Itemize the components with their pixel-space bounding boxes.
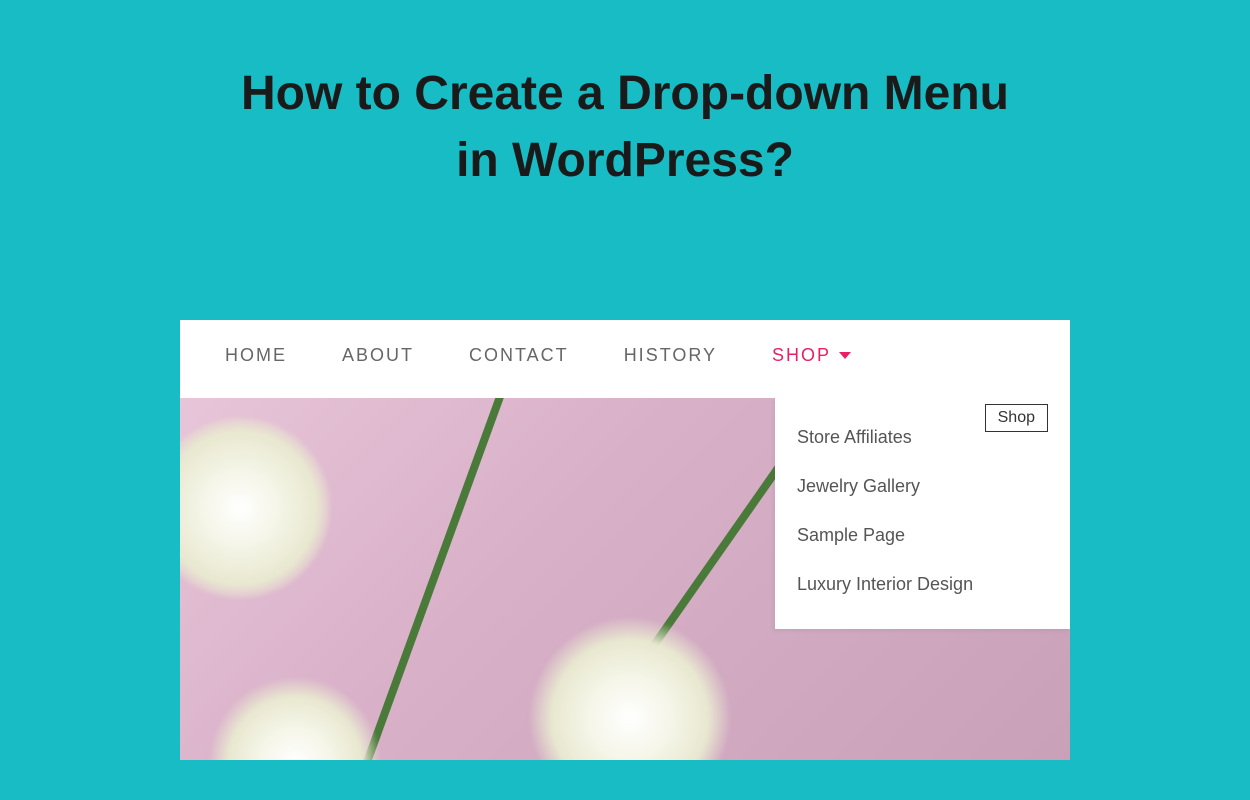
nav-item-history[interactable]: HISTORY xyxy=(624,345,717,366)
title-line-2: in WordPress? xyxy=(0,127,1250,194)
nav-item-shop-label: SHOP xyxy=(772,345,831,366)
caret-down-icon xyxy=(839,352,851,359)
screenshot-container: HOME ABOUT CONTACT HISTORY SHOP Shop Sto… xyxy=(180,320,1070,760)
nav-item-about[interactable]: ABOUT xyxy=(342,345,414,366)
dropdown-item-jewelry-gallery[interactable]: Jewelry Gallery xyxy=(797,462,1048,511)
navbar: HOME ABOUT CONTACT HISTORY SHOP xyxy=(180,320,1070,391)
dropdown-item-sample-page[interactable]: Sample Page xyxy=(797,511,1048,560)
shop-dropdown: Shop Store Affiliates Jewelry Gallery Sa… xyxy=(775,398,1070,629)
nav-item-shop[interactable]: SHOP xyxy=(772,345,851,366)
tooltip: Shop xyxy=(985,404,1048,432)
title-line-1: How to Create a Drop-down Menu xyxy=(0,60,1250,127)
flower-decoration xyxy=(530,618,730,760)
flower-stem-decoration xyxy=(362,398,506,760)
flower-decoration xyxy=(180,418,330,598)
page-title: How to Create a Drop-down Menu in WordPr… xyxy=(0,0,1250,194)
nav-item-home[interactable]: HOME xyxy=(225,345,287,366)
flower-decoration xyxy=(210,678,380,760)
nav-item-contact[interactable]: CONTACT xyxy=(469,345,569,366)
dropdown-item-luxury-interior[interactable]: Luxury Interior Design xyxy=(797,560,1048,609)
